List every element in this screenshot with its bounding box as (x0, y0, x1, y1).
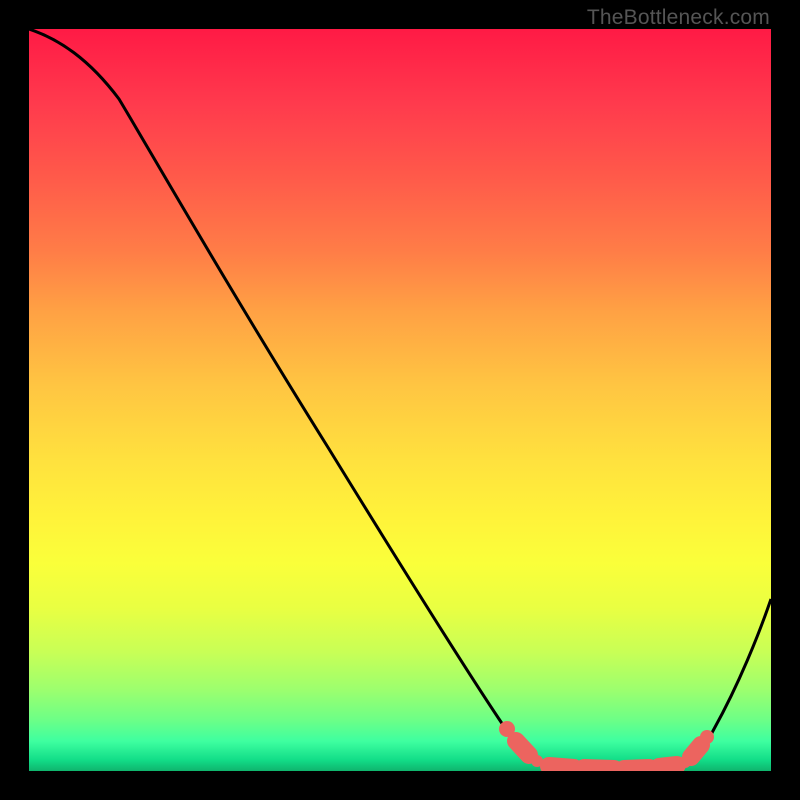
plot-area (29, 29, 771, 771)
watermark-text: TheBottleneck.com (587, 6, 770, 30)
background-gradient (29, 29, 771, 771)
